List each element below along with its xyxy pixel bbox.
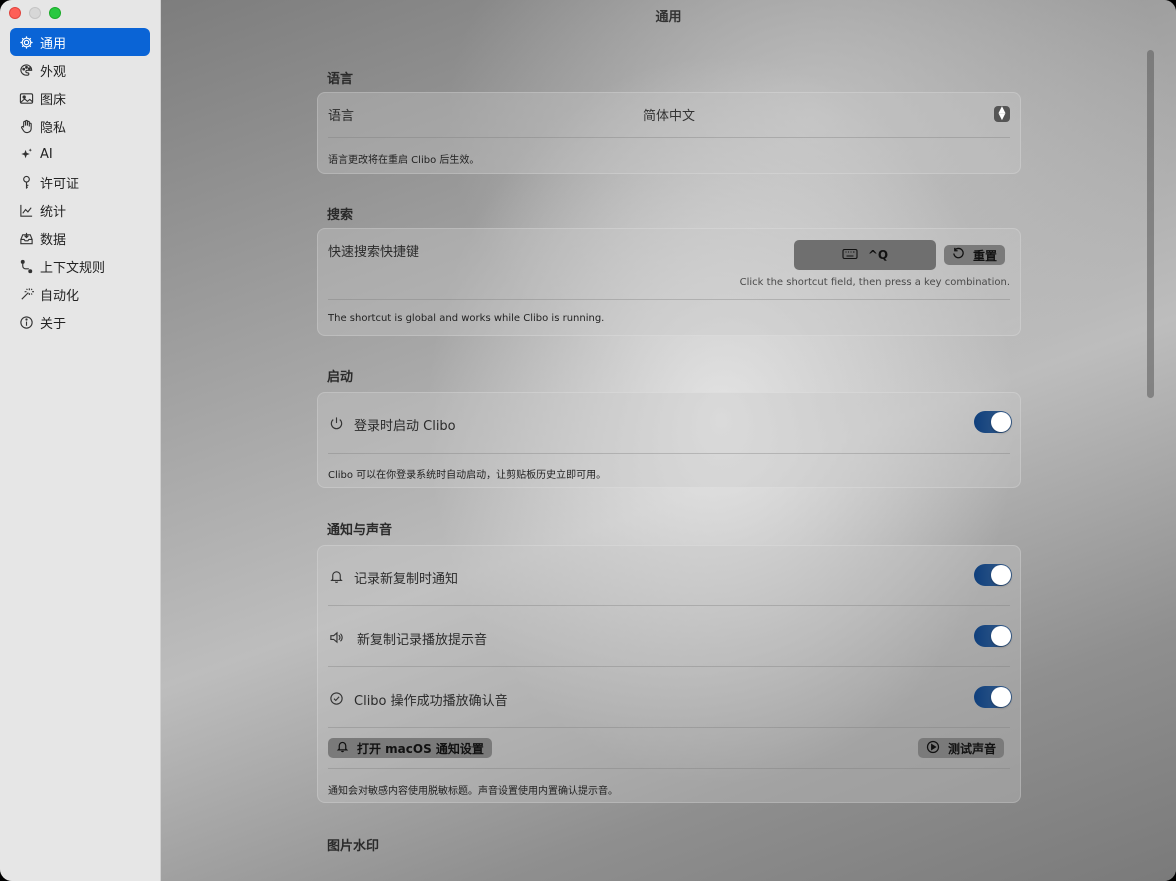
reset-icon — [952, 247, 965, 263]
notify-new-copy-label: 记录新复制时通知 — [354, 572, 459, 587]
section-title-startup: 启动 — [327, 370, 354, 385]
notify-new-copy-toggle[interactable] — [974, 564, 1012, 586]
sidebar-item-label: 上下文规则 — [40, 260, 106, 276]
window-controls — [9, 7, 61, 19]
language-card: 语言 简体中文 ▲ ▼ 语言更改将在重启 Clibo 后生效。 — [317, 92, 1021, 174]
keyboard-icon — [842, 248, 858, 263]
app-window: 通用 外观 图床 隐私 AI 许可证 统计 数据 上下文规则 自动化 关于 通用… — [0, 0, 1176, 881]
success-sound-toggle[interactable] — [974, 686, 1012, 708]
shortcut-hint: Click the shortcut field, then press a k… — [739, 277, 1010, 288]
maximize-window-button[interactable] — [49, 7, 61, 19]
sidebar-item-appearance[interactable]: 外观 — [10, 56, 150, 84]
shortcut-label: 快速搜索快捷键 — [328, 245, 420, 260]
sidebar-item-automation[interactable]: 自动化 — [10, 280, 150, 308]
launch-at-login-label: 登录时启动 Clibo — [354, 419, 456, 434]
divider — [328, 137, 1010, 138]
chart-icon — [18, 202, 34, 218]
sidebar-item-privacy[interactable]: 隐私 — [10, 112, 150, 140]
section-title-notifications: 通知与声音 — [327, 523, 393, 538]
sidebar-item-image-host[interactable]: 图床 — [10, 84, 150, 112]
reset-shortcut-button[interactable]: 重置 — [944, 245, 1006, 265]
scrollbar[interactable] — [1147, 50, 1154, 398]
notifications-card: 记录新复制时通知 新复制记录播放提示音 Clibo 操作成功播放确认音 打开 m… — [317, 545, 1021, 803]
sidebar: 通用 外观 图床 隐私 AI 许可证 统计 数据 上下文规则 自动化 关于 — [0, 0, 161, 881]
test-sound-label: 测试声音 — [948, 741, 997, 756]
key-icon — [18, 174, 34, 190]
shortcut-value: ^Q — [867, 248, 889, 262]
settings-pane: 通用 语言 语言 简体中文 ▲ ▼ 语言更改将在重启 Clibo 后生效。 搜索 … — [161, 0, 1176, 881]
info-icon — [18, 314, 34, 330]
hand-icon — [18, 118, 34, 134]
sidebar-item-context-rules[interactable]: 上下文规则 — [10, 252, 150, 280]
sidebar-item-label: 自动化 — [40, 288, 80, 304]
launch-at-login-toggle[interactable] — [974, 411, 1012, 433]
branch-icon — [18, 258, 34, 274]
search-note: The shortcut is global and works while C… — [328, 313, 605, 324]
sidebar-item-stats[interactable]: 统计 — [10, 196, 150, 224]
search-card: 快速搜索快捷键 ^Q 重置 Click the shortcut field, … — [317, 228, 1021, 336]
minimize-window-button[interactable] — [29, 7, 41, 19]
success-sound-label: Clibo 操作成功播放确认音 — [354, 694, 508, 709]
power-icon — [328, 415, 344, 431]
sidebar-item-label: 统计 — [40, 204, 67, 220]
divider — [328, 453, 1010, 454]
sidebar-item-general[interactable]: 通用 — [10, 28, 150, 56]
new-copy-sound-label: 新复制记录播放提示音 — [357, 633, 488, 648]
language-label: 语言 — [328, 109, 355, 124]
test-sound-button[interactable]: 测试声音 — [918, 738, 1005, 758]
startup-card: 登录时启动 Clibo Clibo 可以在你登录系统时自动启动，让剪贴板历史立即… — [317, 392, 1021, 488]
bell-icon — [328, 568, 344, 584]
open-notification-settings-label: 打开 macOS 通知设置 — [357, 741, 484, 756]
gear-icon — [18, 34, 34, 50]
new-copy-sound-toggle[interactable] — [974, 625, 1012, 647]
notifications-note: 通知会对敏感内容使用脱敏标题。声音设置使用内置确认提示音。 — [328, 786, 618, 797]
open-notification-settings-button[interactable]: 打开 macOS 通知设置 — [328, 738, 492, 758]
wand-icon — [18, 286, 34, 302]
divider — [328, 727, 1010, 728]
sidebar-nav: 通用 外观 图床 隐私 AI 许可证 统计 数据 上下文规则 自动化 关于 — [10, 28, 150, 336]
section-title-search: 搜索 — [327, 208, 354, 223]
section-title-language: 语言 — [327, 72, 354, 87]
divider — [328, 605, 1010, 606]
sidebar-item-label: 通用 — [40, 36, 67, 52]
sidebar-item-license[interactable]: 许可证 — [10, 168, 150, 196]
shortcut-field[interactable]: ^Q — [794, 240, 936, 270]
sidebar-item-label: 隐私 — [40, 120, 67, 136]
divider — [328, 768, 1010, 769]
image-icon — [18, 90, 34, 106]
sidebar-item-label: 数据 — [40, 232, 67, 248]
palette-icon — [18, 62, 34, 78]
sidebar-item-data[interactable]: 数据 — [10, 224, 150, 252]
speaker-icon — [328, 629, 344, 645]
sidebar-item-label: AI — [40, 146, 53, 162]
divider — [328, 299, 1010, 300]
section-title-watermark: 图片水印 — [327, 839, 380, 854]
divider — [328, 666, 1010, 667]
language-note: 语言更改将在重启 Clibo 后生效。 — [328, 155, 480, 166]
sparkles-icon — [18, 146, 34, 162]
sidebar-item-label: 外观 — [40, 64, 67, 80]
sidebar-item-ai[interactable]: AI — [10, 140, 150, 168]
close-window-button[interactable] — [9, 7, 21, 19]
sidebar-item-label: 图床 — [40, 92, 67, 108]
tray-icon — [18, 230, 34, 246]
chevron-updown-icon[interactable]: ▲ ▼ — [994, 106, 1010, 122]
reset-label: 重置 — [973, 248, 998, 263]
play-circle-icon — [926, 740, 940, 757]
sidebar-item-about[interactable]: 关于 — [10, 308, 150, 336]
window-title: 通用 — [655, 10, 682, 25]
startup-note: Clibo 可以在你登录系统时自动启动，让剪贴板历史立即可用。 — [328, 470, 607, 481]
bell-icon — [336, 740, 349, 756]
sidebar-item-label: 关于 — [40, 316, 67, 332]
sidebar-item-label: 许可证 — [40, 176, 80, 192]
checkmark-circle-icon — [328, 690, 344, 706]
language-select[interactable]: 简体中文 — [643, 105, 695, 124]
